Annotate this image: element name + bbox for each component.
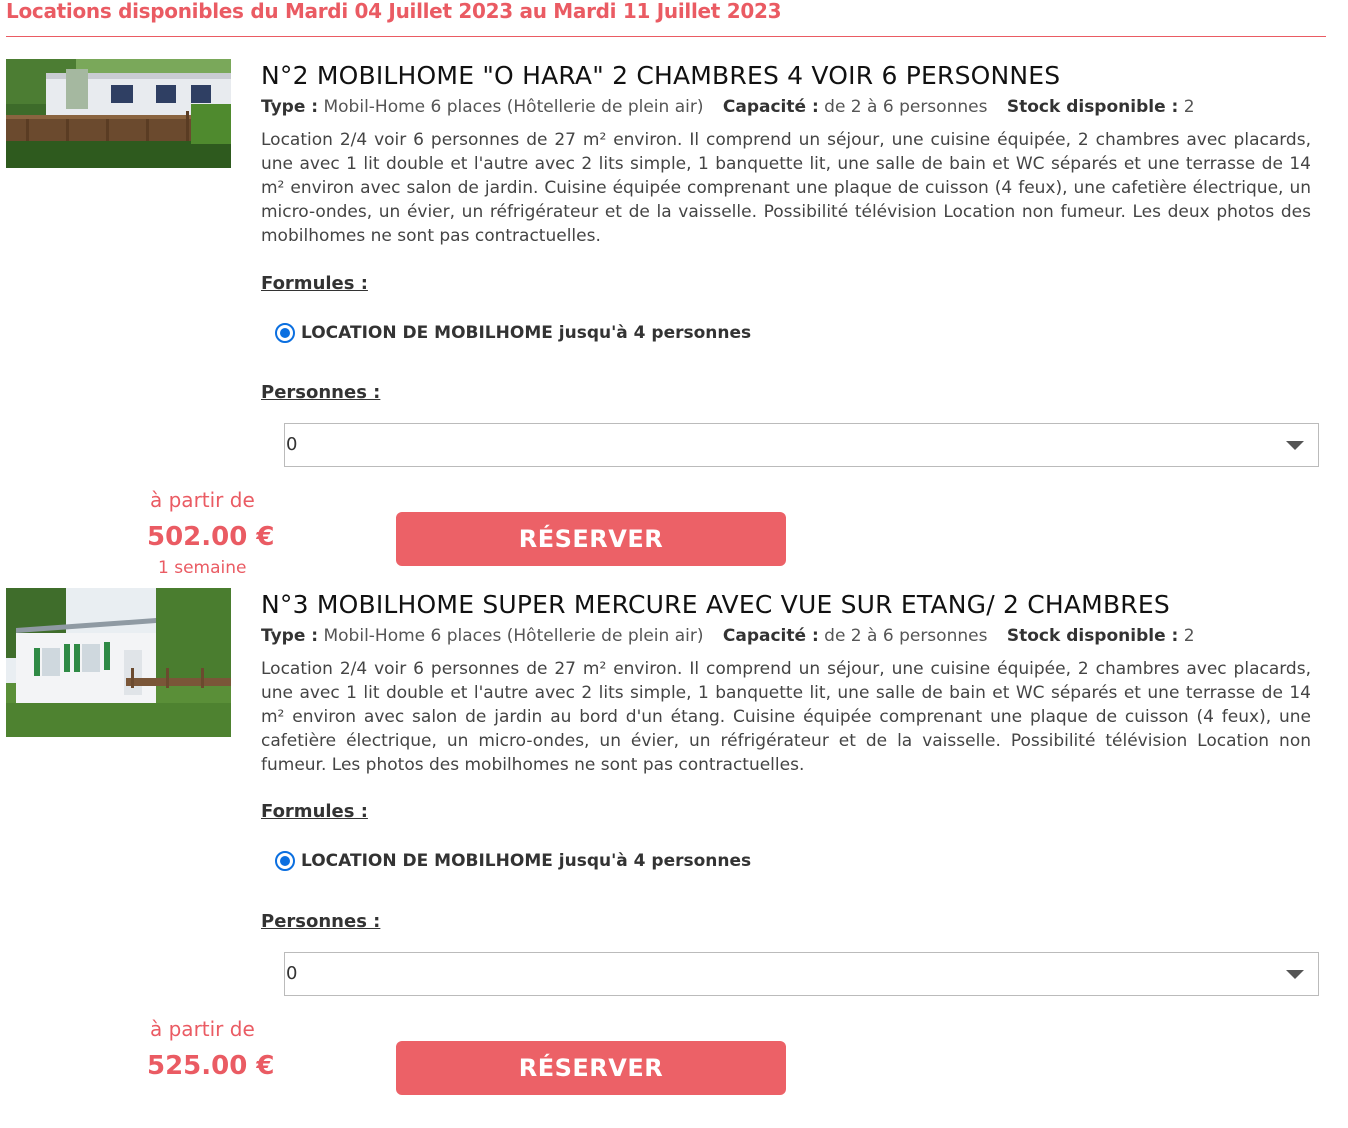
type-value: Mobil-Home 6 places (Hôtellerie de plein… — [323, 97, 704, 117]
reserve-button[interactable]: RÉSERVER — [396, 1041, 786, 1095]
listing-card: N°2 MOBILHOME "O HARA" 2 CHAMBRES 4 VOIR… — [0, 59, 1348, 599]
capacity-value: de 2 à 6 personnes — [824, 626, 988, 646]
persons-select[interactable]: 0 — [284, 952, 1319, 996]
listing-description: Location 2/4 voir 6 personnes de 27 m² e… — [261, 659, 1311, 775]
listing-meta: Type : Mobil-Home 6 places (Hôtellerie d… — [261, 626, 1195, 646]
listing-photo[interactable] — [6, 59, 231, 168]
stock-label: Stock disponible : — [1006, 97, 1179, 117]
listing-photo[interactable] — [6, 588, 231, 737]
type-label: Type : — [261, 626, 319, 646]
stock-value: 2 — [1183, 626, 1195, 646]
capacity-label: Capacité : — [722, 97, 819, 117]
formula-option[interactable]: LOCATION DE MOBILHOME jusqu'à 4 personne… — [275, 323, 751, 343]
heading-divider — [6, 36, 1326, 37]
chevron-down-icon — [1286, 970, 1304, 979]
capacity-value: de 2 à 6 personnes — [824, 97, 988, 117]
type-value: Mobil-Home 6 places (Hôtellerie de plein… — [323, 626, 704, 646]
stock-value: 2 — [1183, 97, 1195, 117]
persons-label: Personnes : — [261, 382, 381, 403]
formula-radio[interactable] — [275, 323, 295, 343]
persons-select-value: 0 — [286, 434, 298, 455]
stock-label: Stock disponible : — [1006, 626, 1179, 646]
price-unit: 1 semaine — [158, 558, 247, 578]
persons-label: Personnes : — [261, 911, 381, 932]
formulas-label: Formules : — [261, 801, 368, 822]
type-label: Type : — [261, 97, 319, 117]
chevron-down-icon — [1286, 441, 1304, 450]
price-value: 525.00 € — [147, 1051, 275, 1081]
listing-meta: Type : Mobil-Home 6 places (Hôtellerie d… — [261, 97, 1195, 117]
page-heading: Locations disponibles du Mardi 04 Juille… — [6, 0, 782, 23]
capacity-label: Capacité : — [722, 626, 819, 646]
listing-card: N°3 MOBILHOME SUPER MERCURE AVEC VUE SUR… — [0, 588, 1348, 1128]
formula-option-label[interactable]: LOCATION DE MOBILHOME jusqu'à 4 personne… — [301, 323, 751, 343]
formula-option[interactable]: LOCATION DE MOBILHOME jusqu'à 4 personne… — [275, 851, 751, 871]
listing-title: N°3 MOBILHOME SUPER MERCURE AVEC VUE SUR… — [261, 590, 1170, 619]
listing-title: N°2 MOBILHOME "O HARA" 2 CHAMBRES 4 VOIR… — [261, 61, 1061, 90]
listing-description: Location 2/4 voir 6 personnes de 27 m² e… — [261, 130, 1311, 246]
price-prefix: à partir de — [150, 488, 255, 512]
price-prefix: à partir de — [150, 1017, 255, 1041]
price-value: 502.00 € — [147, 522, 275, 552]
persons-select[interactable]: 0 — [284, 423, 1319, 467]
reserve-button[interactable]: RÉSERVER — [396, 512, 786, 566]
formula-radio[interactable] — [275, 851, 295, 871]
persons-select-value: 0 — [286, 963, 298, 984]
formulas-label: Formules : — [261, 273, 368, 294]
formula-option-label[interactable]: LOCATION DE MOBILHOME jusqu'à 4 personne… — [301, 851, 751, 871]
